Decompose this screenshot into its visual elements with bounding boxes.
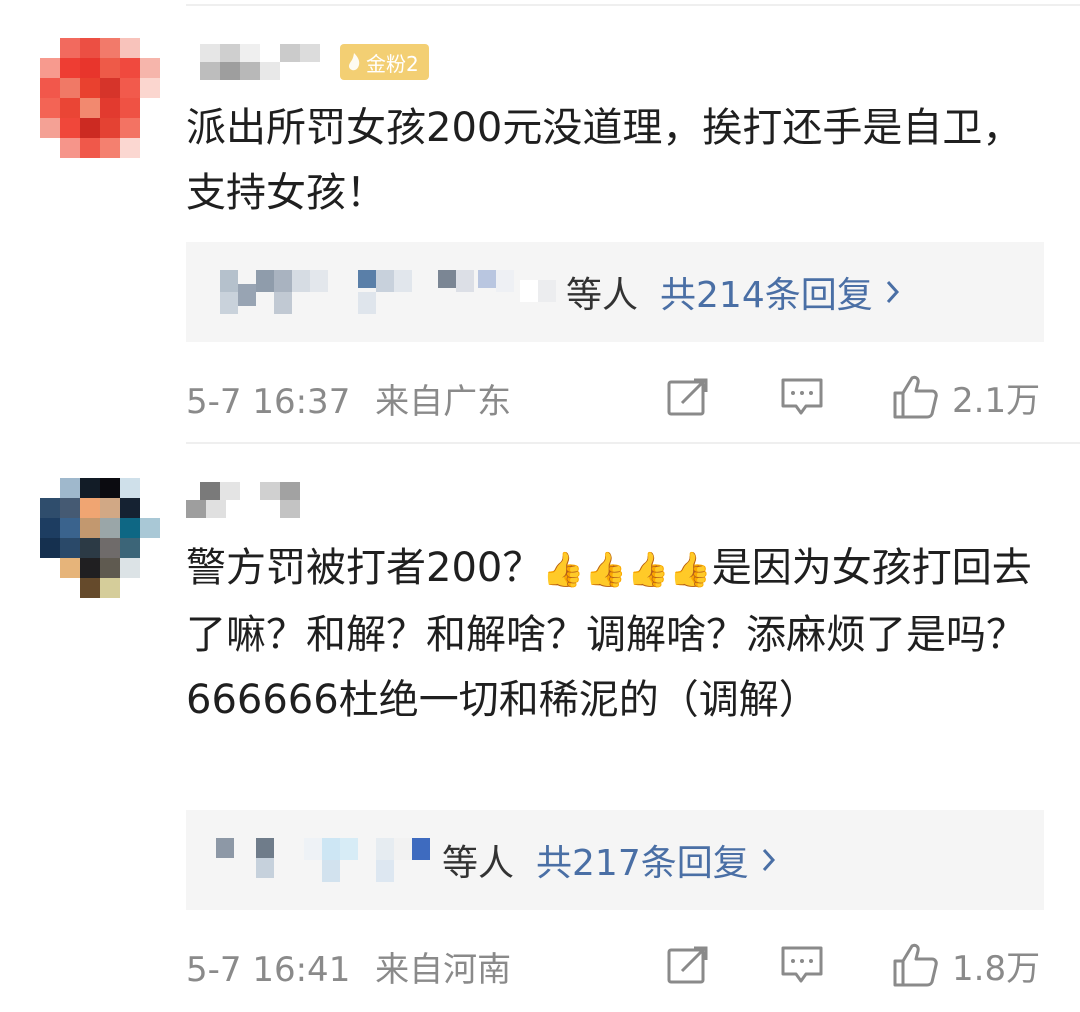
location: 来自广东 xyxy=(375,382,512,422)
comment-button[interactable] xyxy=(780,372,824,422)
blurred-replier-names xyxy=(220,270,556,314)
badge-label: 金粉2 xyxy=(366,51,419,76)
top-divider xyxy=(186,4,1080,6)
timestamp: 5-7 16:41 xyxy=(186,950,351,990)
comment-actions: 2.1万 xyxy=(664,372,1044,422)
like-button[interactable]: 1.8万 xyxy=(892,940,1040,990)
comment-icon xyxy=(781,946,823,983)
reply-names-suffix: 等人 xyxy=(566,275,639,316)
avatar[interactable] xyxy=(40,38,160,158)
thumbs-up-emoji: 👍👍👍👍 xyxy=(542,550,712,590)
reply-preview[interactable]: 等人 共214条回复 xyxy=(186,242,1044,342)
comment-text-part1: 警方罚被打者200？ xyxy=(186,545,543,591)
blurred-username[interactable] xyxy=(186,482,306,526)
share-icon xyxy=(667,378,708,416)
blurred-username[interactable] xyxy=(186,44,326,88)
chevron-right-icon xyxy=(886,280,899,304)
comment-meta: 5-7 16:37 来自广东 xyxy=(186,374,511,423)
reply-count-label: 共217条回复 xyxy=(536,843,749,884)
thumbs-up-icon xyxy=(893,375,938,419)
blurred-replier-names xyxy=(216,838,430,882)
comment-actions: 1.8万 xyxy=(664,940,1044,990)
comment-button[interactable] xyxy=(780,940,824,990)
like-count: 2.1万 xyxy=(952,380,1041,421)
like-button[interactable]: 2.1万 xyxy=(892,372,1040,422)
blurred-avatar-image xyxy=(40,478,160,598)
flame-badge-icon xyxy=(348,53,360,71)
blurred-avatar-image xyxy=(40,38,160,158)
chevron-right-icon xyxy=(762,848,775,872)
view-replies-link[interactable]: 共217条回复 xyxy=(536,834,777,886)
like-count: 1.8万 xyxy=(952,948,1041,989)
reply-count-label: 共214条回复 xyxy=(660,275,873,316)
avatar[interactable] xyxy=(40,478,160,598)
comment-text: 派出所罚女孩200元没道理，挨打还手是自卫，支持女孩！ xyxy=(186,105,1023,216)
share-button[interactable] xyxy=(666,940,710,990)
comment-meta: 5-7 16:41 来自河南 xyxy=(186,942,511,991)
comment-text: 警方罚被打者200？👍👍👍👍是因为女孩打回去了嘛？和解？和解啥？调解啥？添麻烦了… xyxy=(186,536,1046,733)
fan-level-badge[interactable]: 金粉2 xyxy=(340,44,429,80)
comment-divider xyxy=(186,442,1080,444)
share-button[interactable] xyxy=(666,372,710,422)
comment-icon xyxy=(781,378,823,415)
share-icon xyxy=(667,946,708,984)
thumbs-up-icon xyxy=(893,943,938,987)
location: 来自河南 xyxy=(375,950,512,990)
view-replies-link[interactable]: 共214条回复 xyxy=(660,266,901,318)
timestamp: 5-7 16:37 xyxy=(186,382,351,422)
reply-names-suffix: 等人 xyxy=(442,843,515,884)
reply-preview[interactable]: 等人 共217条回复 xyxy=(186,810,1044,910)
